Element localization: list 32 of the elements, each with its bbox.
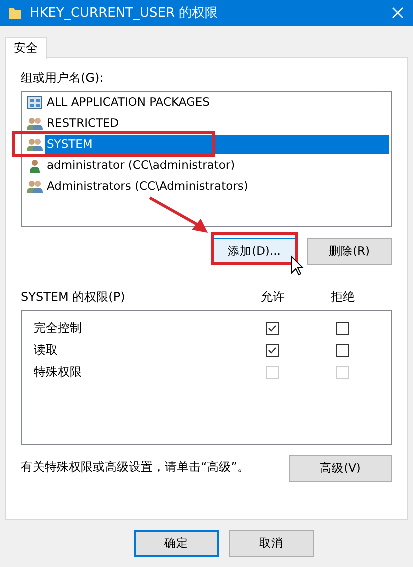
list-item[interactable]: SYSTEM [45, 135, 389, 154]
folder-icon [8, 6, 22, 20]
list-item[interactable]: Administrators (CC\Administrators) [45, 177, 389, 196]
list-item[interactable]: administrator (CC\administrator) [45, 156, 389, 175]
close-icon[interactable] [391, 6, 405, 20]
checkbox[interactable] [266, 322, 278, 334]
permissions-label: SYSTEM 的权限(P) [21, 289, 126, 306]
tab[interactable]: 安全 [5, 37, 47, 59]
cursor-icon [292, 256, 304, 276]
users-icon [27, 138, 43, 152]
checkbox[interactable] [266, 344, 278, 356]
ok-button[interactable]: 确定 [134, 530, 219, 557]
users-icon [27, 116, 43, 130]
user-icon [27, 158, 43, 172]
cancel-button[interactable]: 取消 [229, 530, 314, 557]
checkbox[interactable] [336, 344, 348, 356]
users-icon [27, 180, 43, 194]
permission-name: 读取 [34, 342, 59, 358]
list-item[interactable]: ALL APPLICATION PACKAGES [45, 93, 389, 112]
users-label: 组或用户名(G): [21, 70, 105, 87]
column-header: 允许 [260, 289, 286, 306]
arrow [149, 196, 208, 233]
advanced-button[interactable]: 高级(V) [289, 455, 392, 482]
remove-button[interactable]: 删除(R) [307, 238, 392, 265]
list-item[interactable]: RESTRICTED [45, 114, 389, 133]
package-icon [27, 96, 43, 110]
column-header: 拒绝 [330, 289, 356, 306]
window-title: HKEY_CURRENT_USER 的权限 [30, 5, 220, 22]
permission-name: 特殊权限 [34, 364, 83, 380]
permission-name: 完全控制 [34, 320, 83, 336]
advanced-note: 有关特殊权限或高级设置，请单击“高级”。 [21, 459, 250, 476]
checkbox[interactable] [336, 322, 348, 334]
